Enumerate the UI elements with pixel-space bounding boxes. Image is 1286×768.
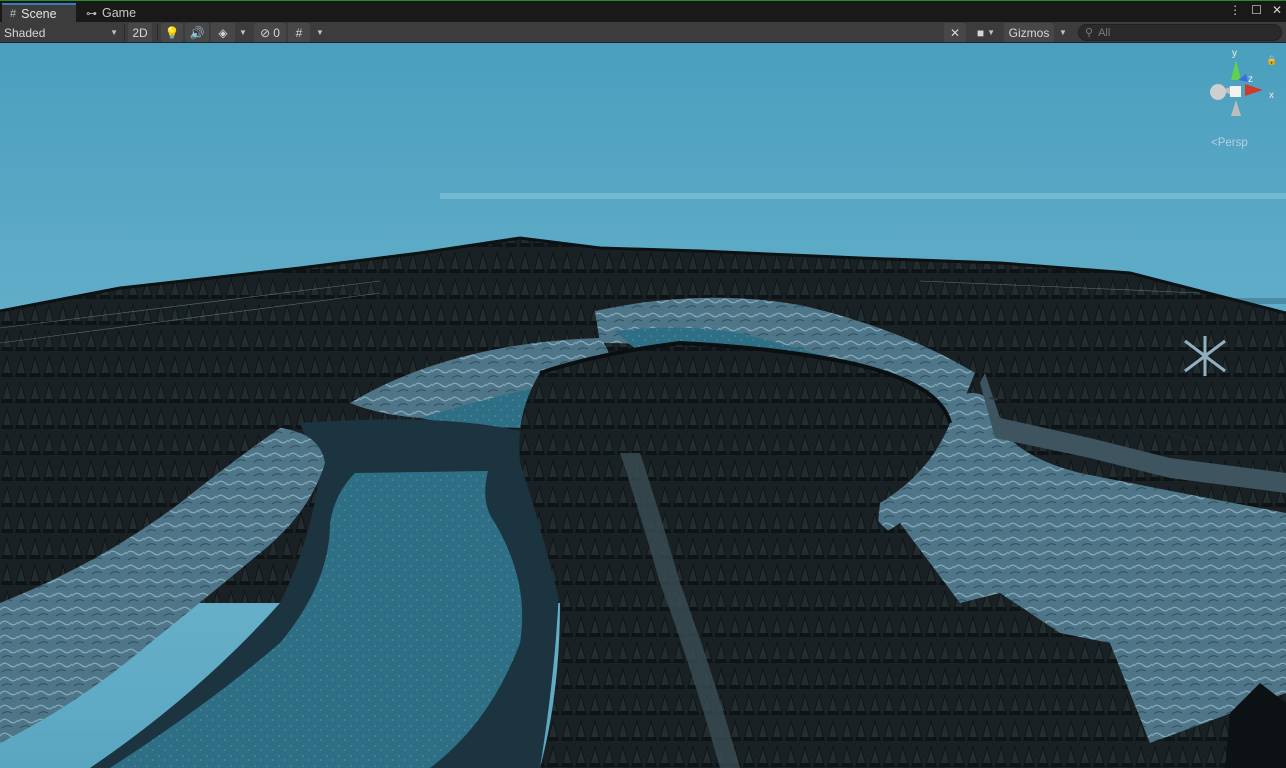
camera-icon: ■ <box>976 25 985 40</box>
speaker-icon: 🔊 <box>189 25 205 40</box>
draw-mode-label: Shaded <box>4 25 46 40</box>
eye-slash-icon: ⊘ <box>260 25 271 40</box>
scene-search-input[interactable]: ⚲ All <box>1078 24 1282 41</box>
effects-dropdown[interactable]: ▼ <box>236 23 250 42</box>
chevron-down-icon: ▼ <box>110 28 118 37</box>
gamepad-icon: ⊶ <box>86 7 97 20</box>
maximize-icon[interactable]: ☐ <box>1251 3 1262 17</box>
effects-toggle-button[interactable]: ◈ <box>211 23 235 42</box>
2d-label: 2D <box>132 25 148 40</box>
close-icon[interactable]: ✕ <box>1272 3 1282 17</box>
gizmos-button[interactable]: Gizmos <box>1004 23 1054 42</box>
tools-icon: ✕ <box>949 25 961 40</box>
directional-light-icon[interactable] <box>1180 336 1230 376</box>
search-placeholder: All <box>1098 26 1111 39</box>
window-controls: ⋮ ☐ ✕ <box>1229 3 1282 17</box>
audio-toggle-button[interactable]: 🔊 <box>185 23 209 42</box>
tab-game-label: Game <box>102 6 137 20</box>
chevron-down-icon: ▼ <box>316 28 324 37</box>
z-axis-label: z <box>1248 74 1253 85</box>
gizmos-label: Gizmos <box>1008 25 1050 40</box>
layers-icon: ◈ <box>218 25 228 40</box>
draw-mode-dropdown[interactable]: Shaded ▼ <box>4 23 122 42</box>
projection-toggle[interactable]: <Persp <box>1211 137 1248 149</box>
chevron-down-icon: ▼ <box>239 28 247 37</box>
tab-scene-label: Scene <box>21 7 57 21</box>
scene-toolbar: Shaded ▼ 2D 💡 🔊 ◈ ▼ ⊘ 0 # ▼ ✕ ■ ▼ Gizmos… <box>0 22 1286 43</box>
scene-viewport[interactable] <box>0 43 1286 768</box>
hidden-count: 0 <box>273 25 280 40</box>
chevron-down-icon: ▼ <box>1059 28 1067 37</box>
x-axis-label: x <box>1269 90 1274 101</box>
tab-bar: # Scene ⊶ Game ⋮ ☐ ✕ <box>0 0 1286 23</box>
grid-icon: # <box>10 8 17 20</box>
gizmos-dropdown[interactable]: ▼ <box>1055 23 1071 42</box>
search-icon: ⚲ <box>1085 27 1094 39</box>
lock-icon[interactable]: 🔒 <box>1266 55 1277 65</box>
grid-snap-icon: # <box>295 25 303 40</box>
y-axis-label: y <box>1232 48 1237 59</box>
lightbulb-icon: 💡 <box>164 25 180 40</box>
2d-toggle-button[interactable]: 2D <box>128 23 152 42</box>
hidden-objects-toggle[interactable]: ⊘ 0 <box>254 23 286 42</box>
tab-game[interactable]: ⊶ Game <box>78 3 148 23</box>
camera-dropdown[interactable]: ■ ▼ <box>970 23 1002 42</box>
persp-chevron-icon: < <box>1211 137 1218 149</box>
tab-scene[interactable]: # Scene <box>2 3 76 23</box>
lighting-toggle-button[interactable]: 💡 <box>161 23 183 42</box>
terrain-render <box>0 43 1286 768</box>
grid-toggle-button[interactable]: # <box>288 23 310 42</box>
chevron-down-icon: ▼ <box>987 28 996 37</box>
more-options-icon[interactable]: ⋮ <box>1229 3 1241 17</box>
projection-label: Persp <box>1217 137 1248 149</box>
grid-dropdown[interactable]: ▼ <box>312 23 328 42</box>
tools-button[interactable]: ✕ <box>944 23 966 42</box>
